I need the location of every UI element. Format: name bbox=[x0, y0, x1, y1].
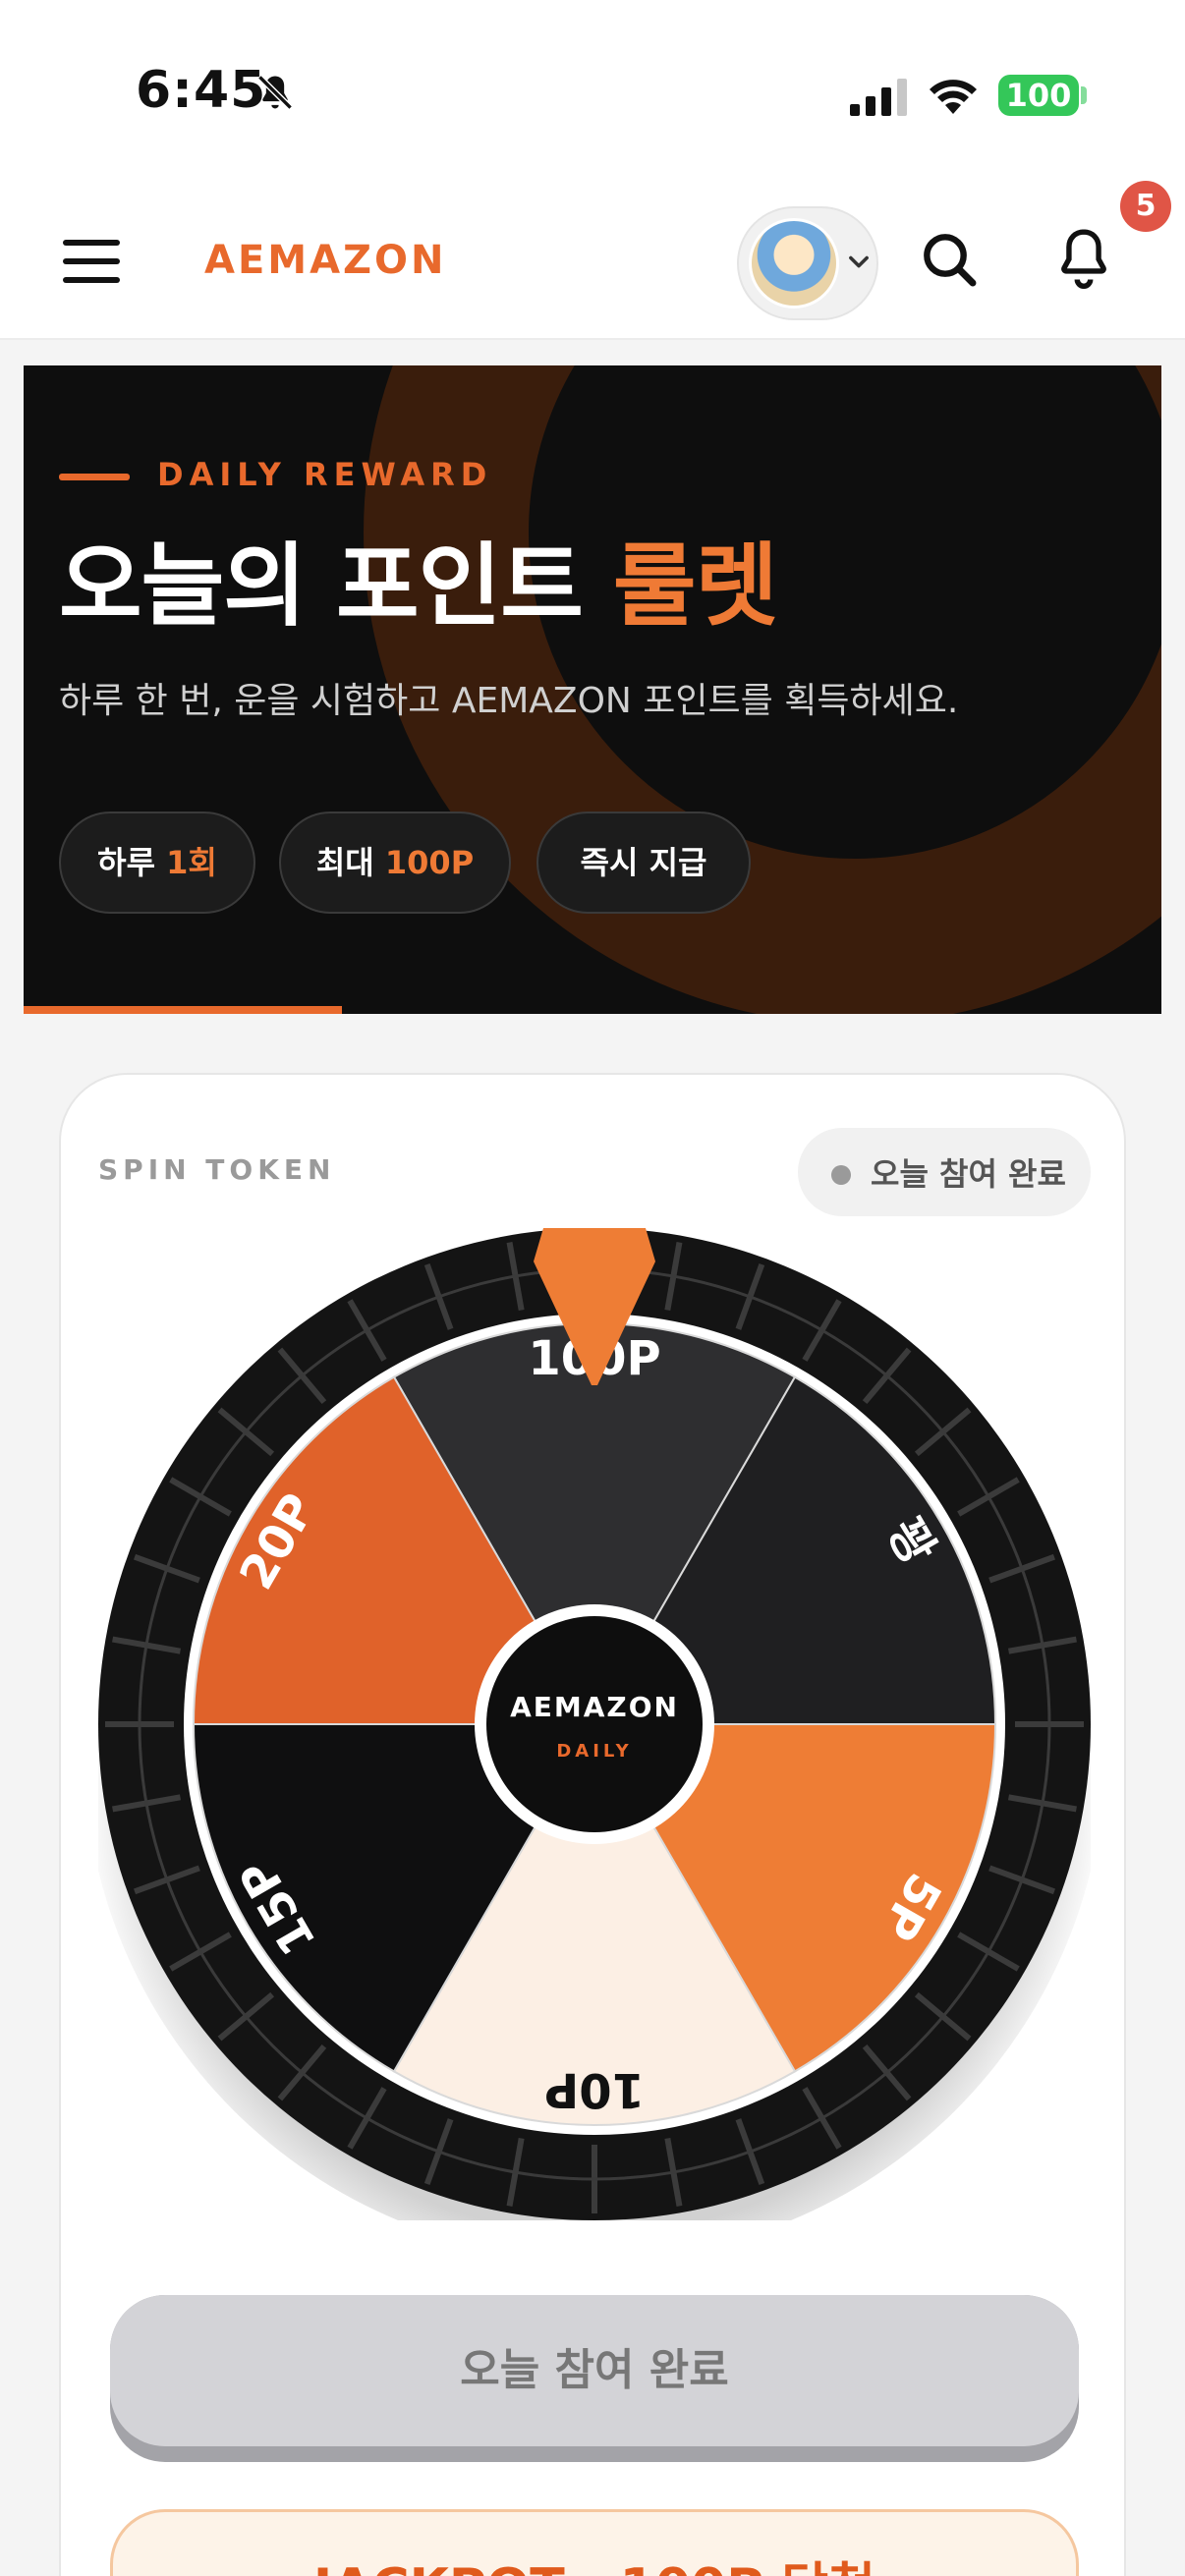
pill-label: 즉시 지급 bbox=[580, 844, 707, 881]
hero-title-highlight: 룰렛 bbox=[612, 533, 778, 639]
hub-subtitle: DAILY bbox=[556, 1741, 632, 1762]
app-header: AEMAZON 5 bbox=[0, 177, 1185, 340]
profile-menu-button[interactable] bbox=[737, 206, 878, 320]
status-text: 오늘 참여 완료 bbox=[871, 1155, 1066, 1193]
pill-highlight: 1회 bbox=[166, 844, 217, 881]
notification-bell-icon[interactable] bbox=[1051, 224, 1116, 293]
eyebrow-accent-line bbox=[59, 474, 130, 480]
bell-muted-icon bbox=[257, 75, 293, 110]
jackpot-banner: JACKPOT · 100P 당첨 bbox=[110, 2509, 1079, 2576]
app-logo[interactable]: AEMAZON bbox=[204, 238, 447, 283]
pill-label: 최대 bbox=[315, 844, 385, 881]
hub-title: AEMAZON bbox=[510, 1691, 679, 1723]
roulette-card: SPIN TOKEN 오늘 참여 완료 100P꽝5P10P15P20P AEM… bbox=[59, 1073, 1126, 2576]
participation-status-chip: 오늘 참여 완료 bbox=[798, 1128, 1091, 1216]
roulette-wheel: 100P꽝5P10P15P20P AEMAZON DAILY bbox=[98, 1228, 1091, 2220]
hero-title-main: 오늘의 포인트 bbox=[59, 533, 613, 639]
wifi-icon bbox=[930, 80, 977, 114]
cellular-signal-icon bbox=[850, 79, 907, 116]
participation-complete-button[interactable]: 오늘 참여 완료 bbox=[110, 2295, 1079, 2462]
status-time: 6:45 bbox=[136, 61, 267, 120]
hero-title: 오늘의 포인트 룰렛 bbox=[59, 513, 778, 644]
battery-tip bbox=[1081, 86, 1087, 104]
wheel-hub bbox=[486, 1616, 703, 1832]
hero-subtitle: 하루 한 번, 운을 시험하고 AEMAZON 포인트를 획득하세요. bbox=[59, 681, 959, 721]
banner-progress-bar bbox=[24, 1006, 342, 1014]
menu-icon-bar bbox=[63, 277, 120, 283]
menu-icon-bar bbox=[63, 258, 120, 264]
menu-button[interactable] bbox=[63, 240, 120, 283]
search-icon[interactable] bbox=[918, 228, 981, 291]
info-pill-max-points: 최대 100P bbox=[279, 812, 511, 914]
chevron-down-icon bbox=[849, 255, 869, 268]
jackpot-text: JACKPOT · 100P 당첨 bbox=[113, 2546, 1076, 2576]
hero-eyebrow: DAILY REWARD bbox=[157, 456, 493, 493]
battery-indicator: 100 bbox=[998, 75, 1079, 116]
avatar bbox=[749, 218, 839, 308]
status-dot bbox=[831, 1165, 851, 1185]
spin-token-label: SPIN TOKEN bbox=[98, 1153, 336, 1186]
pill-label: 하루 bbox=[97, 844, 167, 881]
wheel-segment-label: 10P bbox=[544, 2062, 645, 2117]
info-pill-instant-payment: 즉시 지급 bbox=[536, 812, 751, 914]
notification-count-badge: 5 bbox=[1120, 181, 1171, 232]
daily-reward-banner: DAILY REWARD 오늘의 포인트 룰렛 하루 한 번, 운을 시험하고 … bbox=[24, 365, 1161, 1014]
info-pill-daily-limit: 하루 1회 bbox=[59, 812, 255, 914]
button-label: 오늘 참여 완료 bbox=[110, 2295, 1079, 2446]
status-bar: 6:45 100 bbox=[0, 0, 1185, 177]
pill-highlight: 100P bbox=[384, 844, 475, 881]
menu-icon-bar bbox=[63, 240, 120, 246]
